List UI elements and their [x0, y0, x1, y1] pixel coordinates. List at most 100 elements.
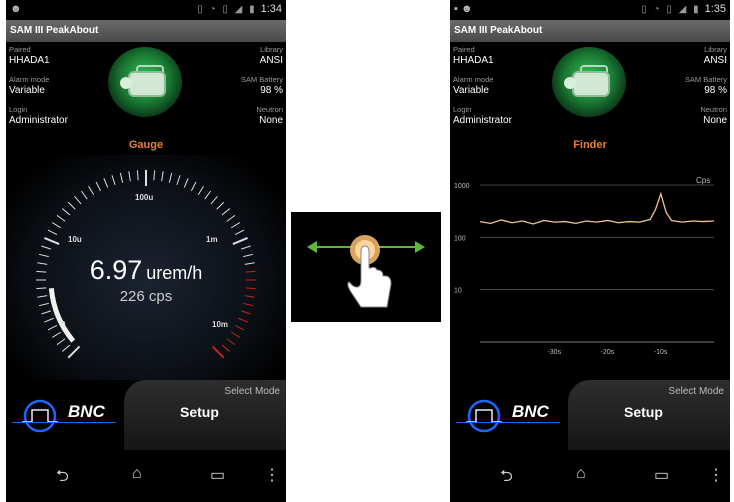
gauge-tick-label: 100u [135, 193, 154, 202]
gauge-tick [161, 171, 164, 182]
library-value: ANSI [703, 55, 727, 66]
setup-button[interactable]: Setup [624, 404, 663, 420]
gauge-tick [197, 185, 204, 195]
gauge-tick-label: 10m [212, 320, 229, 329]
gauge-tick [95, 181, 102, 192]
recent-apps-icon[interactable]: ▭ [210, 465, 225, 485]
bnc-logo-icon [466, 399, 502, 433]
y-tick-label: 100 [454, 235, 466, 242]
select-mode-button[interactable]: Select Mode [668, 386, 724, 397]
gauge-tick [56, 338, 66, 346]
phone-finder-screen: ▪ ☻ ▯ ◔ ▯ ◢ ▮ 1:35 SAM III PeakAbout Pair… [450, 0, 730, 502]
mode-title: Finder [573, 139, 607, 151]
gauge-tick [51, 331, 61, 338]
bottom-bar: BNC Select Mode Setup [450, 380, 730, 450]
bnc-underline [456, 422, 560, 423]
app-title: SAM III PeakAbout [450, 20, 730, 42]
gauge-tick [56, 214, 66, 222]
gauge-tick [231, 222, 241, 229]
gauge-tick [67, 345, 81, 359]
paired-value: HHADA1 [453, 55, 494, 66]
gauge-tick [240, 310, 251, 315]
status-right: ▯ ◔ ▯ ◢ ▮ 1:35 [641, 3, 726, 15]
login-label: Login [453, 105, 472, 114]
gauge-tick [234, 229, 245, 236]
menu-icon[interactable]: ⋮ [708, 465, 724, 485]
back-icon[interactable]: ⮌ [500, 465, 513, 492]
gauge-tick-label: 10u [68, 235, 82, 244]
alarm-mode-value: Variable [9, 85, 45, 96]
battery-label: SAM Battery [240, 75, 283, 84]
gauge-tick [62, 208, 71, 216]
gauge-tick [80, 190, 88, 200]
dose-gauge: 0 10u 100u 1m 10m 6.97 urem/h 226 cps [6, 155, 286, 380]
status-icons: ▯ ◔ ▯ ◢ ▮ [641, 4, 701, 15]
y-tick-label: 1000 [454, 183, 470, 190]
gauge-tick [103, 178, 109, 188]
gauge-tick [204, 190, 212, 200]
gauge-tick [211, 345, 225, 359]
neutron-value: None [703, 115, 727, 126]
paired-value: HHADA1 [9, 55, 50, 66]
count-rate-series [479, 191, 715, 225]
select-mode-button[interactable]: Select Mode [224, 386, 280, 397]
app-title: SAM III PeakAbout [6, 20, 286, 42]
mode-panel: Select Mode Setup [124, 380, 286, 450]
mode-panel: Select Mode Setup [568, 380, 730, 450]
x-tick-label: -30s [547, 349, 561, 356]
gauge-tick [153, 170, 156, 181]
setup-button[interactable]: Setup [180, 404, 219, 420]
gauge-tick [43, 236, 60, 245]
nav-bar: ⮌ ⌂ ▭ ⋮ [6, 455, 286, 502]
gauge-tick [226, 214, 236, 222]
alarm-mode-label: Alarm mode [9, 75, 50, 84]
gauge-tick-label: 1m [206, 235, 218, 244]
neutron-value: None [259, 115, 283, 126]
back-icon[interactable]: ⮌ [56, 465, 69, 492]
nav-bar: ⮌ ⌂ ▭ ⋮ [450, 455, 730, 502]
gauge-tick [41, 245, 52, 250]
paired-label: Paired [453, 45, 475, 54]
swipe-hand-icon [307, 235, 425, 308]
gauge-tick [190, 181, 197, 192]
gauge-tick [119, 172, 124, 183]
bottom-bar: BNC Select Mode Setup [6, 380, 286, 450]
gauge-tick [226, 338, 236, 346]
gauge-tick [231, 331, 241, 338]
dose-rate-value: 6.97 [89, 255, 143, 285]
gauge-tick [216, 201, 225, 210]
home-icon[interactable]: ⌂ [576, 465, 586, 483]
detector-device-icon[interactable] [108, 47, 182, 117]
clock: 1:35 [704, 3, 726, 15]
status-bar: ☻ ▯ ◔ ▯ ◢ ▮ 1:34 [6, 0, 286, 20]
recent-apps-icon[interactable]: ▭ [654, 465, 669, 485]
dose-rate-readout: 6.97 urem/h [6, 255, 286, 286]
gauge-tick [240, 245, 251, 250]
count-rate-plot: 1000 100 10 -30s -20s -10s Cps [454, 176, 715, 356]
gauge-tick [62, 344, 71, 352]
library-value: ANSI [259, 55, 283, 66]
gauge-tick [41, 310, 52, 315]
menu-icon[interactable]: ⋮ [264, 465, 280, 485]
swipe-gesture-hint [291, 212, 441, 322]
gauge-tick [183, 178, 189, 188]
notification-icons: ▪ ☻ [454, 3, 473, 15]
neutron-label: Neutron [700, 105, 727, 114]
gauge-tick [168, 172, 173, 183]
x-tick-label: -20s [601, 349, 615, 356]
clock: 1:34 [260, 3, 282, 15]
gauge-tick [47, 229, 58, 236]
status-icons: ▯ ◔ ▯ ◢ ▮ [197, 4, 257, 15]
gauge-tick-label: 0 [61, 320, 66, 329]
count-rate-chart: 1000 100 10 -30s -20s -10s Cps [450, 170, 730, 375]
battery-value: 98 % [260, 85, 283, 96]
login-label: Login [9, 105, 28, 114]
mode-title: Gauge [128, 139, 164, 151]
library-label: Library [260, 45, 283, 54]
x-tick-label: -10s [654, 349, 668, 356]
battery-value: 98 % [704, 85, 727, 96]
home-icon[interactable]: ⌂ [132, 465, 142, 483]
gauge-tick [128, 171, 131, 182]
gauge-tick [47, 324, 58, 331]
detector-device-icon[interactable] [552, 47, 626, 117]
